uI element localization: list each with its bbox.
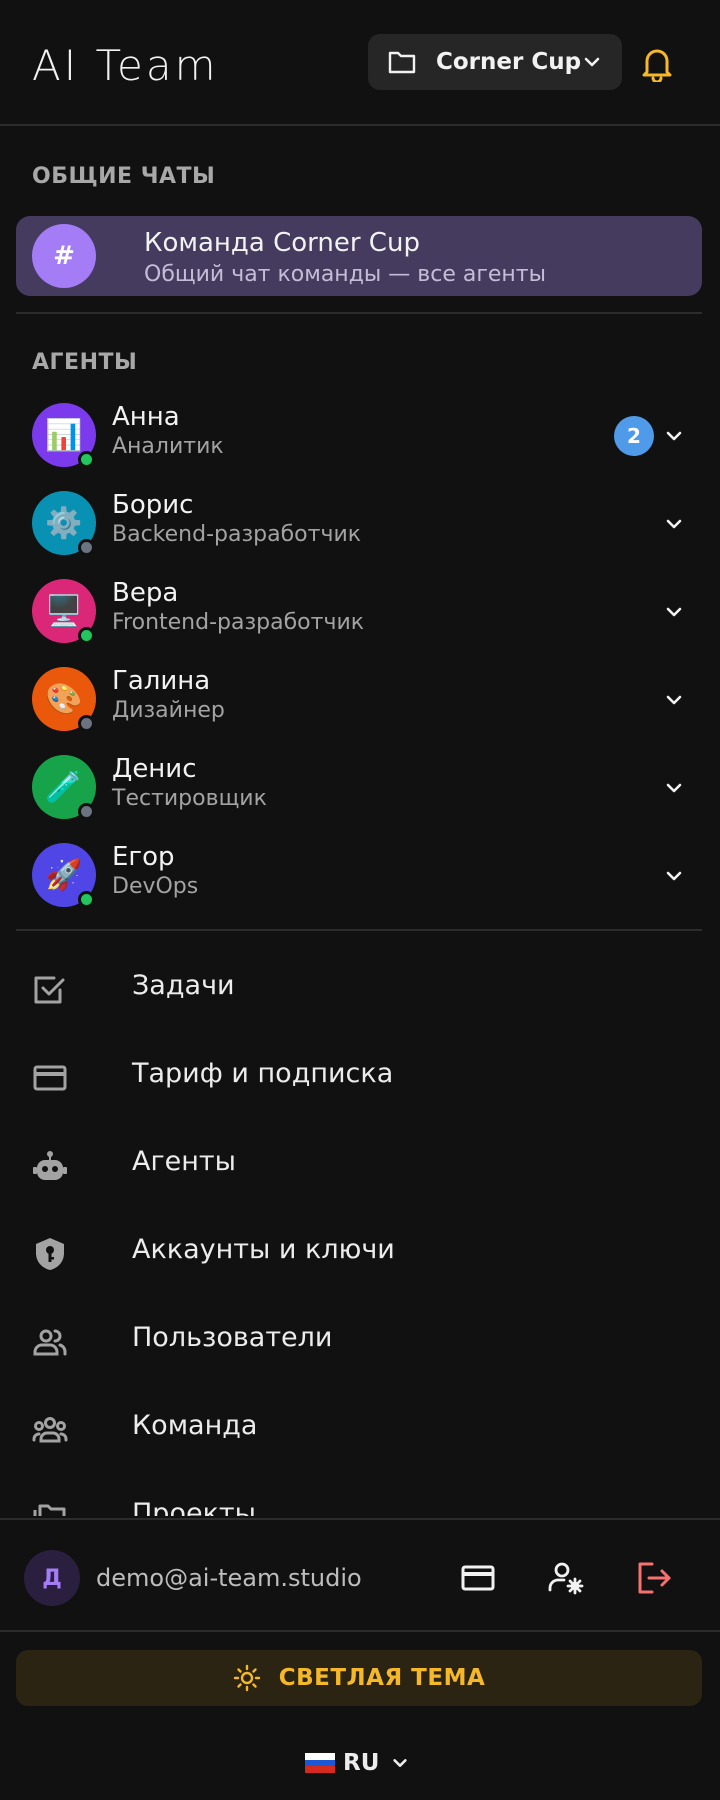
status-indicator (78, 627, 95, 644)
agent-name: Вера (112, 578, 179, 608)
divider (16, 929, 702, 931)
user-settings-icon[interactable] (544, 1556, 588, 1600)
hash-icon: # (32, 224, 96, 288)
agent-role: Дизайнер (112, 698, 225, 723)
menu-item-projects[interactable]: Проекты (0, 1478, 720, 1516)
theme-toggle-label: СВЕТЛАЯ ТЕМА (278, 1665, 486, 1691)
folder-icon (388, 51, 416, 74)
sun-icon (233, 1664, 260, 1692)
agent-name: Денис (112, 754, 197, 784)
agents-section-title: АГЕНТЫ (32, 350, 138, 375)
project-name: Corner Cup (436, 49, 582, 75)
chevron-down-icon (584, 57, 600, 67)
user-email: demo@ai-team.studio (96, 1564, 362, 1592)
users-icon (33, 1329, 67, 1356)
status-indicator (78, 451, 95, 468)
agent-role: Backend-разработчик (112, 522, 362, 547)
menu-item-billing[interactable]: Тариф и подписка (0, 1034, 720, 1122)
chevron-down-icon[interactable] (664, 602, 684, 622)
menu-item-label: Аккаунты и ключи (132, 1234, 395, 1265)
divider (0, 1630, 720, 1632)
agent-item[interactable]: 📊 Анна Аналитик 2 (0, 392, 720, 480)
theme-toggle-button[interactable]: СВЕТЛАЯ ТЕМА (16, 1650, 702, 1706)
agent-name: Галина (112, 666, 211, 696)
agent-role: Frontend-разработчик (112, 610, 365, 635)
menu-item-agents[interactable]: Агенты (0, 1122, 720, 1210)
sidebar-footer: Д demo@ai-team.studio СВЕТЛАЯ ТЕМА RU (0, 1518, 720, 1800)
general-chat-subtitle: Общий чат команды — все агенты (144, 262, 546, 287)
agent-item[interactable]: 🚀 Егор DevOps (0, 832, 720, 920)
status-indicator (78, 803, 95, 820)
robot-icon (33, 1151, 67, 1180)
agent-item[interactable]: 🎨 Галина Дизайнер (0, 656, 720, 744)
menu-item-accounts-keys[interactable]: Аккаунты и ключи (0, 1210, 720, 1298)
logout-icon[interactable] (632, 1556, 676, 1600)
menu-item-label: Пользователи (132, 1322, 333, 1353)
checkbox-icon (34, 976, 65, 1004)
russian-flag-icon (305, 1753, 335, 1774)
chevron-down-icon[interactable] (664, 778, 684, 798)
team-icon (32, 1417, 68, 1443)
app-header: AI Team Corner Cup (0, 0, 720, 126)
general-chats-title: ОБЩИЕ ЧАТЫ (32, 164, 216, 189)
language-code: RU (343, 1750, 380, 1776)
credit-card-icon[interactable] (456, 1556, 500, 1600)
app-title: AI Team (32, 41, 219, 90)
menu-item-tasks[interactable]: Задачи (0, 946, 720, 1034)
agent-role: Аналитик (112, 434, 224, 459)
chevron-down-icon (393, 1759, 408, 1767)
avatar[interactable]: Д (24, 1550, 80, 1606)
agent-item[interactable]: ⚙️ Борис Backend-разработчик (0, 480, 720, 568)
agent-name: Егор (112, 842, 175, 872)
chevron-down-icon[interactable] (664, 690, 684, 710)
project-switcher[interactable]: Corner Cup (368, 34, 622, 90)
general-chat-title: Команда Corner Cup (144, 228, 420, 258)
unread-badge: 2 (614, 416, 654, 456)
folders-icon (33, 1504, 66, 1516)
menu-item-label: Агенты (132, 1146, 236, 1177)
bell-icon[interactable] (640, 46, 674, 82)
agent-role: Тестировщик (112, 786, 267, 811)
menu-clip: Проекты (0, 1478, 720, 1516)
menu-item-label: Тариф и подписка (132, 1058, 394, 1089)
credit-card-icon (33, 1065, 67, 1091)
status-indicator (78, 891, 95, 908)
agent-name: Анна (112, 402, 180, 432)
menu-item-label: Команда (132, 1410, 258, 1441)
divider (16, 312, 702, 314)
shield-key-icon (36, 1238, 64, 1270)
agent-name: Борис (112, 490, 194, 520)
menu-item-label: Задачи (132, 970, 235, 1001)
agent-item[interactable]: 🧪 Денис Тестировщик (0, 744, 720, 832)
menu-item-label: Проекты (132, 1498, 256, 1516)
chevron-down-icon[interactable] (664, 866, 684, 886)
status-indicator (78, 715, 95, 732)
chevron-down-icon[interactable] (664, 426, 684, 446)
general-chat-item[interactable]: # Команда Corner Cup Общий чат команды —… (16, 216, 702, 296)
language-selector[interactable]: RU (305, 1746, 409, 1780)
menu-item-team[interactable]: Команда (0, 1386, 720, 1474)
agent-item[interactable]: 🖥️ Вера Frontend-разработчик (0, 568, 720, 656)
menu-item-users[interactable]: Пользователи (0, 1298, 720, 1386)
chevron-down-icon[interactable] (664, 514, 684, 534)
status-indicator (78, 539, 95, 556)
agent-role: DevOps (112, 874, 199, 899)
